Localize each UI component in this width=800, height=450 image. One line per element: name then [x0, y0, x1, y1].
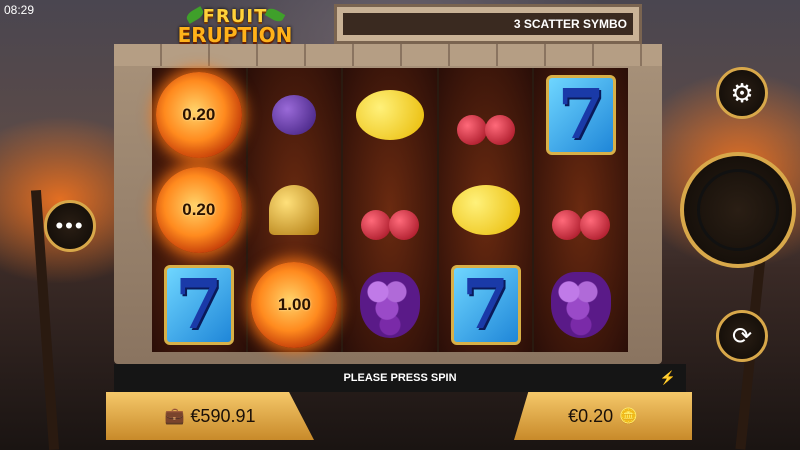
- symbol-value: 0.20: [182, 200, 216, 219]
- grapes-symbol: [359, 271, 420, 338]
- symbol-cell: [534, 257, 628, 352]
- reel-5: 7: [534, 68, 628, 352]
- gear-icon: ⚙: [730, 77, 754, 108]
- symbol-cell: [343, 163, 437, 258]
- bet-selector[interactable]: €0.20 🪙: [514, 392, 692, 440]
- reel-4: 7: [438, 68, 533, 352]
- seven-symbol: 7: [546, 75, 617, 156]
- symbol-cell: [439, 68, 533, 163]
- status-message-bar: PLEASE PRESS SPIN ⚡: [114, 364, 686, 392]
- symbol-cell: [248, 68, 342, 163]
- banner-text: 3 SCATTER SYMBO: [343, 13, 633, 35]
- seven-symbol: 7: [163, 264, 234, 345]
- fireball-scatter-symbol: 0.20: [155, 167, 242, 253]
- seven-glyph: 7: [461, 264, 510, 345]
- reel-2: 1.00: [247, 68, 342, 352]
- bet-value: €0.20: [568, 405, 614, 426]
- symbol-cell: [534, 163, 628, 258]
- fireball-scatter-symbol: 0.20: [155, 72, 242, 159]
- spin-arrow-icon: [697, 169, 779, 251]
- spin-button[interactable]: [680, 152, 796, 268]
- symbol-cell: 0.20: [152, 68, 246, 163]
- symbol-cell: 1.00: [248, 257, 342, 352]
- symbol-value: 0.20: [182, 105, 216, 125]
- grapes-symbol: [551, 271, 612, 338]
- symbol-cell: [343, 257, 437, 352]
- seven-symbol: 7: [450, 264, 521, 345]
- lemon-symbol: [355, 90, 424, 141]
- lemon-symbol: [451, 185, 520, 235]
- fireball-scatter-symbol: 1.00: [251, 261, 338, 348]
- balance-value: €590.91: [190, 405, 256, 426]
- reel-grid: 0.20 0.20 7 1.00 7 7: [152, 68, 628, 352]
- reel-1: 0.20 0.20 7: [152, 68, 246, 352]
- cherry-symbol: [355, 180, 425, 240]
- settings-button[interactable]: ⚙: [716, 67, 768, 119]
- symbol-value: 1.00: [277, 294, 311, 314]
- symbol-cell: [343, 68, 437, 163]
- autoplay-icon: ⟳: [731, 322, 753, 350]
- reel-3: [343, 68, 437, 352]
- symbol-cell: 0.20: [152, 163, 246, 258]
- bell-symbol: [269, 185, 320, 235]
- plum-symbol: [272, 95, 317, 136]
- more-dots-icon: •••: [55, 213, 85, 238]
- symbol-cell: 7: [439, 257, 533, 352]
- reel-frame: 0.20 0.20 7 1.00 7 7: [114, 44, 662, 364]
- info-banner: 3 SCATTER SYMBO: [334, 4, 642, 44]
- coins-icon: 🪙: [619, 408, 638, 425]
- symbol-cell: 7: [152, 257, 246, 352]
- cherry-symbol: [546, 180, 616, 240]
- briefcase-icon: 💼: [164, 408, 185, 425]
- turbo-bolt-icon[interactable]: ⚡: [660, 364, 676, 392]
- seven-glyph: 7: [175, 264, 223, 345]
- clock: 08:29: [4, 3, 35, 17]
- cherry-symbol: [451, 85, 521, 146]
- stone-lintel: [114, 44, 662, 66]
- symbol-cell: [248, 163, 342, 258]
- seven-glyph: 7: [557, 75, 605, 156]
- status-message: PLEASE PRESS SPIN: [343, 372, 457, 384]
- autoplay-button[interactable]: ⟳: [716, 310, 768, 362]
- menu-button[interactable]: •••: [44, 200, 96, 252]
- symbol-cell: 7: [534, 68, 628, 163]
- symbol-cell: [439, 163, 533, 258]
- balance-display: 💼 €590.91: [106, 392, 314, 440]
